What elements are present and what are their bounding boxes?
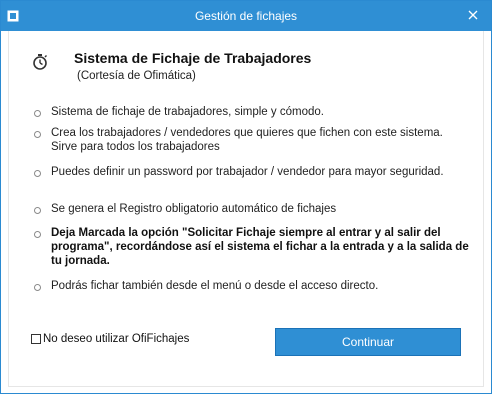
window-title: Gestión de fichajes — [194, 9, 298, 23]
stopwatch-icon — [31, 53, 49, 71]
opt-out-checkbox[interactable] — [31, 334, 41, 344]
feature-item: Crea los trabajadores / vendedores que q… — [51, 127, 443, 153]
feature-item-highlight: Deja Marcada la opción "Solicitar Fichaj… — [51, 227, 469, 267]
continue-button[interactable]: Continuar — [275, 328, 461, 356]
opt-out-label[interactable]: No deseo utilizar OfiFichajes — [43, 333, 189, 345]
feature-item: Se genera el Registro obligatorio automá… — [51, 203, 337, 215]
dialog-window: Gestión de fichajes Sistema de Fichaje d… — [0, 0, 492, 394]
opt-out-checkbox-row[interactable]: No deseo utilizar OfiFichajes — [31, 333, 189, 345]
dialog-heading: Sistema de Fichaje de Trabajadores — [74, 50, 312, 66]
bullet-icon — [34, 170, 41, 177]
bullet-icon — [34, 231, 41, 238]
dialog-content: Sistema de Fichaje de Trabajadores (Cort… — [8, 31, 484, 387]
feature-item: Sistema de fichaje de trabajadores, simp… — [51, 106, 324, 118]
bullet-icon — [34, 110, 41, 117]
title-bar[interactable]: Gestión de fichajes — [1, 1, 491, 31]
dialog-subheading: (Cortesía de Ofimática) — [77, 70, 196, 82]
feature-item: Puedes definir un password por trabajado… — [51, 166, 444, 178]
close-button[interactable] — [459, 3, 487, 27]
bullet-icon — [34, 284, 41, 291]
feature-item: Podrás fichar también desde el menú o de… — [51, 280, 379, 292]
close-icon — [468, 10, 478, 20]
bullet-icon — [34, 131, 41, 138]
bullet-icon — [34, 207, 41, 214]
